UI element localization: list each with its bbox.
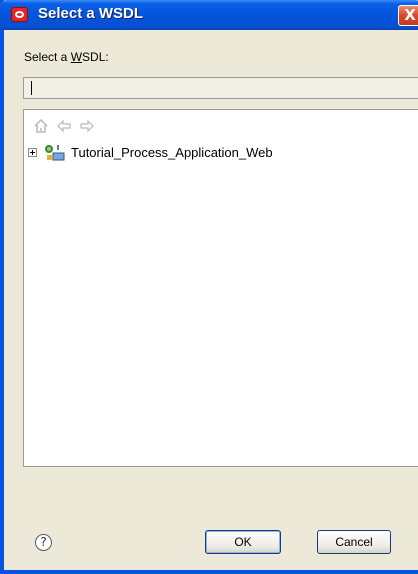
expand-toggle[interactable]	[28, 148, 37, 157]
cancel-button[interactable]: Cancel	[317, 530, 391, 554]
home-icon[interactable]	[33, 118, 49, 138]
text-caret	[31, 81, 32, 95]
label-suffix: SDL:	[82, 50, 109, 64]
label-prefix: Select a	[24, 50, 71, 64]
forward-arrow-icon[interactable]	[79, 118, 95, 138]
oracle-app-icon	[11, 7, 28, 22]
dialog-window: Select a WSDL X Select a WSDL: Tutorial_…	[0, 0, 418, 574]
close-button[interactable]: X	[398, 5, 418, 26]
resource-tree-panel[interactable]: Tutorial_Process_Application_Web	[23, 109, 418, 467]
help-icon[interactable]: ?	[35, 534, 52, 551]
label-mnemonic: W	[70, 50, 83, 64]
wsdl-input[interactable]	[23, 77, 418, 99]
ok-button[interactable]: OK	[205, 530, 281, 554]
application-server-icon	[44, 144, 66, 162]
dialog-title: Select a WSDL	[38, 5, 144, 22]
wsdl-field-label: Select a WSDL:	[24, 50, 109, 64]
title-bar[interactable]: Select a WSDL X	[0, 0, 418, 30]
dialog-body: Select a WSDL: Tutorial_Process_Applicat…	[18, 30, 418, 570]
back-arrow-icon[interactable]	[56, 118, 72, 138]
tree-item-label: Tutorial_Process_Application_Web	[71, 145, 273, 160]
